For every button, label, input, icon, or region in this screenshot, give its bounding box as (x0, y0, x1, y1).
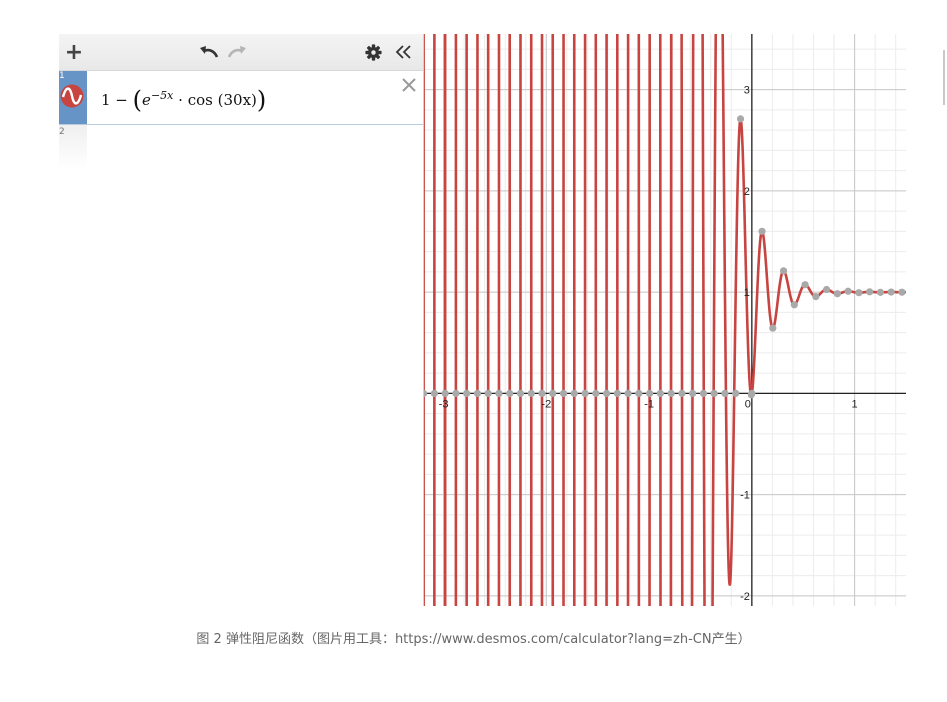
sample-point (538, 389, 546, 397)
sample-point (736, 115, 745, 123)
sample-point (812, 292, 820, 301)
sample-point (876, 288, 885, 296)
sample-point (646, 389, 654, 397)
x-tick-label: -1 (644, 398, 654, 410)
sample-point (855, 289, 863, 297)
grid-minor (423, 34, 906, 606)
close-icon (402, 78, 416, 92)
sample-point (430, 389, 438, 397)
sample-point (710, 389, 718, 397)
sample-point (887, 288, 895, 296)
expression-index: 2 (59, 127, 65, 137)
sample-point (801, 281, 809, 289)
expression-tab[interactable]: 1 (59, 71, 87, 124)
expression-formula[interactable]: 1 − (e−5x · cos (30x)) (101, 86, 266, 114)
sample-point (656, 389, 664, 397)
curve-color-icon[interactable] (60, 84, 84, 108)
sample-points (423, 115, 906, 399)
expression-item-empty[interactable]: 2 (59, 125, 87, 169)
add-expression-button[interactable]: + (63, 34, 85, 70)
sample-point (624, 389, 632, 397)
axes (423, 34, 906, 606)
undo-button[interactable] (197, 34, 221, 70)
formula-exponent: −5x (150, 89, 174, 102)
sample-point (613, 389, 621, 397)
sample-point (699, 389, 708, 397)
curve (423, 34, 906, 606)
sample-point (721, 389, 729, 397)
curve-path (423, 34, 906, 606)
formula-lead: 1 − (101, 91, 128, 109)
sample-point (549, 389, 557, 397)
gear-icon (364, 43, 382, 61)
sample-point (678, 389, 686, 397)
formula-argument: (30x) (217, 91, 257, 109)
collapse-panel-button[interactable] (392, 34, 416, 70)
sample-point (484, 389, 492, 397)
sample-point (581, 389, 589, 397)
sample-point (779, 267, 788, 275)
open-paren: ( (132, 86, 143, 114)
sample-point (559, 389, 568, 397)
sample-point (732, 389, 740, 397)
sample-point (570, 389, 578, 397)
sample-point (495, 389, 503, 397)
x-tick-label: 1 (852, 398, 858, 410)
desmos-screenshot: + 1 1 − (e−5x · cos (30x)) 2 -3 -2 -1 0 … (59, 34, 906, 606)
sample-point (769, 324, 777, 332)
sample-point (527, 389, 535, 397)
sample-point (635, 389, 643, 397)
y-tick-label: 3 (744, 85, 750, 97)
plus-icon: + (64, 39, 84, 65)
redo-button[interactable] (225, 34, 249, 70)
expression-panel: + 1 1 − (e−5x · cos (30x)) 2 (59, 34, 424, 606)
expression-toolbar: + (59, 34, 423, 71)
graph-canvas[interactable]: -3 -2 -1 0 1 3 2 1 -1 -2 (423, 34, 906, 606)
y-tick-label: -1 (740, 490, 750, 502)
formula-base: e (142, 91, 151, 109)
scrollbar-edge (943, 50, 945, 105)
x-tick-label: 0 (745, 398, 751, 410)
undo-icon (200, 46, 219, 58)
formula-function: cos (187, 91, 213, 109)
x-tick-label: -3 (439, 398, 449, 410)
sample-point (689, 389, 697, 397)
expression-index: 1 (59, 71, 65, 81)
sample-point (833, 290, 841, 298)
sample-point (844, 287, 852, 295)
redo-icon (227, 46, 246, 58)
sample-point (506, 389, 514, 397)
grid-major (423, 34, 906, 606)
sample-point (898, 288, 906, 296)
close-paren: ) (256, 86, 267, 114)
expression-item[interactable]: 1 1 − (e−5x · cos (30x)) (59, 71, 423, 125)
sample-point (667, 389, 675, 397)
sample-point (452, 389, 460, 397)
figure-caption: 图 2 弹性阻尼函数（图片用工具：https://www.desmos.com/… (196, 632, 751, 647)
sample-point (823, 285, 831, 294)
sample-point (790, 301, 798, 309)
y-tick-label: 2 (744, 186, 750, 198)
y-tick-label: 1 (744, 287, 750, 299)
sample-point (866, 288, 874, 296)
tick-labels: -3 -2 -1 0 1 3 2 1 -1 -2 (439, 85, 858, 603)
x-tick-label: -2 (541, 398, 551, 410)
sample-point (441, 389, 449, 397)
sample-point (463, 389, 471, 397)
sample-point (758, 227, 766, 235)
formula-operator: · (178, 91, 183, 109)
sample-point (748, 389, 756, 397)
y-tick-label: -2 (740, 591, 750, 603)
sample-point (516, 389, 525, 397)
double-chevron-left-icon (395, 45, 411, 59)
sample-point (473, 389, 482, 397)
sample-point (592, 389, 600, 397)
settings-button[interactable] (362, 34, 384, 70)
delete-expression-button[interactable] (399, 75, 419, 95)
sample-point (602, 389, 611, 397)
